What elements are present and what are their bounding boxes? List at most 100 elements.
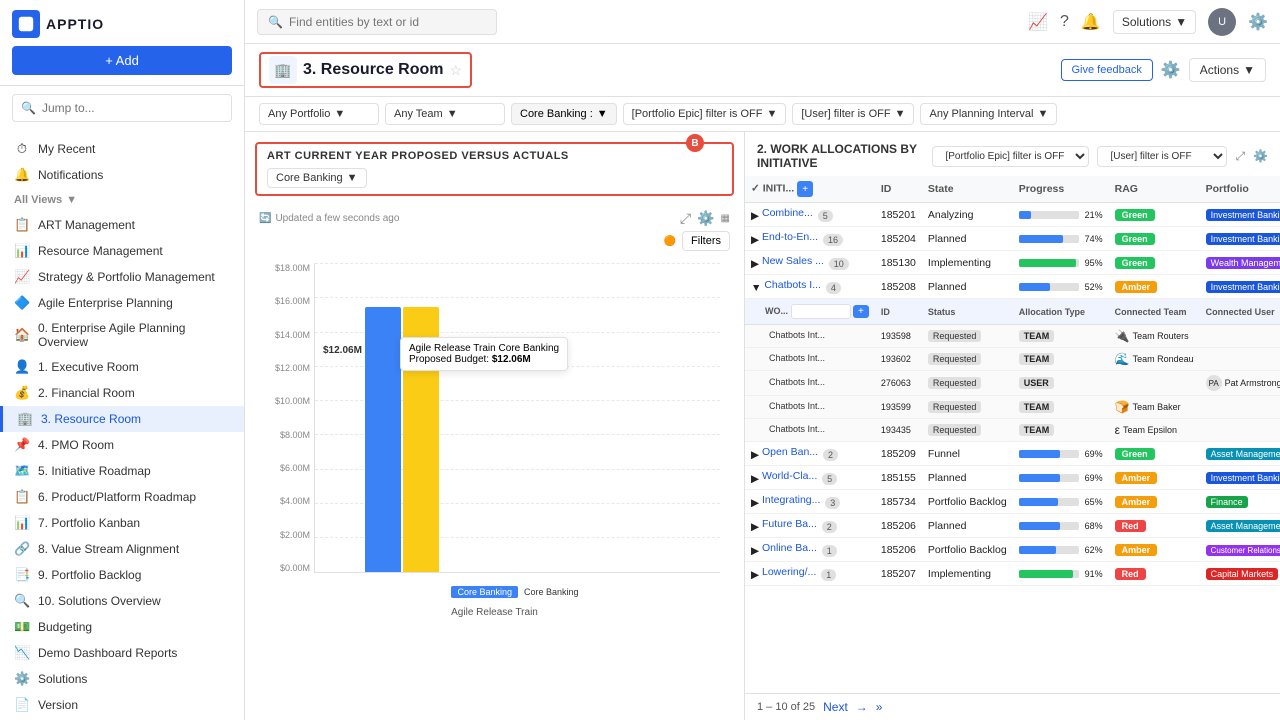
pagination: 1 – 10 of 25 Next → »: [745, 693, 1280, 720]
cell-id-newsales: 185130: [875, 251, 922, 275]
portfolio-epic-work-filter[interactable]: [Portfolio Epic] filter is OFF: [932, 146, 1089, 167]
double-arrow[interactable]: »: [876, 700, 883, 714]
team-filter[interactable]: Any Team ▼: [385, 103, 505, 125]
cell-state-endtoen: Planned: [922, 227, 1013, 251]
cell-progress-newsales: 95%: [1013, 251, 1109, 275]
filter-icon[interactable]: ⚙️: [1161, 60, 1181, 80]
notification-icon[interactable]: 🔔: [1081, 12, 1101, 32]
portfolio-epic-filter[interactable]: [Portfolio Epic] filter is OFF ▼: [623, 103, 787, 125]
settings-icon[interactable]: ⚙️: [1248, 12, 1268, 32]
expand-integrating[interactable]: ▶: [751, 497, 759, 509]
expand-endtoen[interactable]: ▶: [751, 234, 759, 246]
sidebar-item-initiative-roadmap[interactable]: 🗺️ 5. Initiative Roadmap: [0, 458, 244, 484]
recent-icon: ⏱: [14, 141, 30, 157]
sidebar-item-agile[interactable]: 🔷 Agile Enterprise Planning: [0, 290, 244, 316]
sidebar-item-notifications[interactable]: 🔔 Notifications: [0, 162, 244, 188]
count-onlineba: 1: [822, 545, 837, 557]
col-progress: Progress: [1013, 176, 1109, 203]
settings-work-icon[interactable]: ⚙️: [1253, 149, 1268, 163]
add-button[interactable]: + Add: [12, 46, 232, 75]
chart-footer: Agile Release Train: [259, 603, 730, 622]
sidebar-item-executive-room[interactable]: 👤 1. Executive Room: [0, 354, 244, 380]
settings-chart-icon[interactable]: ⚙️: [697, 210, 714, 227]
x-axis: Core Banking Core Banking: [314, 586, 720, 598]
expand-chart-icon[interactable]: ⤢: [680, 210, 691, 227]
feedback-button[interactable]: Give feedback: [1061, 59, 1153, 81]
expand-lowering[interactable]: ▶: [751, 569, 759, 581]
sidebar-item-solutions[interactable]: ⚙️ Solutions: [0, 666, 244, 692]
sidebar-item-my-recent[interactable]: ⏱ My Recent: [0, 136, 244, 162]
chart-art-filter[interactable]: Core Banking ▼: [267, 168, 367, 188]
solutions-button[interactable]: Solutions ▼: [1113, 10, 1196, 34]
magnify-icon: 🔍: [14, 593, 30, 609]
help-icon[interactable]: ?: [1060, 13, 1069, 31]
list-icon: 📑: [14, 567, 30, 583]
core-banking-filter[interactable]: Core Banking : ▼: [511, 103, 617, 125]
activity-icon[interactable]: 📈: [1028, 12, 1048, 32]
expand-onlineba[interactable]: ▶: [751, 545, 759, 557]
sidebar-item-pmo-room[interactable]: 📌 4. PMO Room: [0, 432, 244, 458]
orange-dot: 🟠: [664, 236, 676, 247]
actions-button[interactable]: Actions ▼: [1189, 58, 1266, 82]
sidebar-item-product-platform[interactable]: 📋 6. Product/Platform Roadmap: [0, 484, 244, 510]
sidebar-item-solutions-overview[interactable]: 🔍 10. Solutions Overview: [0, 588, 244, 614]
header-actions: Give feedback ⚙️ Actions ▼: [1061, 58, 1267, 82]
expand-worldcla[interactable]: ▶: [751, 473, 759, 485]
user-avatar[interactable]: U: [1208, 8, 1236, 36]
user-filter[interactable]: [User] filter is OFF ▼: [792, 103, 914, 125]
badge-b: B: [686, 134, 704, 152]
all-views-section[interactable]: All Views ▼: [0, 188, 244, 212]
sidebar-item-demo-dashboard[interactable]: 📉 Demo Dashboard Reports: [0, 640, 244, 666]
star-icon[interactable]: ☆: [449, 62, 462, 79]
sidebar-item-portfolio-backlog[interactable]: 📑 9. Portfolio Backlog: [0, 562, 244, 588]
page-header: 🏢 3. Resource Room ☆ Give feedback ⚙️ Ac…: [245, 44, 1280, 97]
chevron-portfolio-icon: ▼: [334, 108, 345, 120]
chart-controls: 🔄 Updated a few seconds ago ⤢ ⚙️ ▦: [245, 206, 744, 231]
expand-openban[interactable]: ▶: [751, 449, 759, 461]
global-search-input[interactable]: [289, 15, 486, 29]
wo-search[interactable]: [791, 304, 851, 319]
initiatives-table: ✓ INITI... + ID State Progress RAG Portf…: [745, 176, 1280, 586]
table-header-row: ✓ INITI... + ID State Progress RAG Portf…: [745, 176, 1280, 203]
cell-portfolio-chatbots: Investment Banking: [1200, 275, 1280, 299]
art-icon: 📋: [14, 217, 30, 233]
dollar-icon: 💵: [14, 619, 30, 635]
bar-blue: [365, 307, 401, 572]
sidebar-item-art-mgmt[interactable]: 📋 ART Management: [0, 212, 244, 238]
next-arrow[interactable]: →: [856, 700, 868, 714]
expand-newsales[interactable]: ▶: [751, 258, 759, 270]
expand-futureba[interactable]: ▶: [751, 521, 759, 533]
grid-chart-icon[interactable]: ▦: [721, 213, 730, 224]
top-bar: 🔍 📈 ? 🔔 Solutions ▼ U ⚙️: [245, 0, 1280, 44]
add-initiative-btn[interactable]: +: [797, 181, 813, 197]
filters-button[interactable]: Filters: [682, 231, 730, 251]
sidebar-item-resource-mgmt[interactable]: 📊 Resource Management: [0, 238, 244, 264]
expand-work-icon[interactable]: ⤢: [1235, 149, 1245, 164]
chart-header: ART CURRENT YEAR PROPOSED VERSUS ACTUALS…: [255, 142, 734, 196]
sidebar-item-budgeting[interactable]: 💵 Budgeting: [0, 614, 244, 640]
y-label-10: $10.00M: [275, 396, 310, 406]
sidebar-item-strategy[interactable]: 📈 Strategy & Portfolio Management: [0, 264, 244, 290]
sidebar-search-input[interactable]: [42, 101, 223, 115]
next-link[interactable]: Next: [823, 700, 848, 714]
expand-combine[interactable]: ▶: [751, 210, 759, 222]
table-row: ▶ End-to-En... 16 185204 Planned 74%: [745, 227, 1280, 251]
portfolio-filter[interactable]: Any Portfolio ▼: [259, 103, 379, 125]
sidebar-item-portfolio-kanban[interactable]: 📊 7. Portfolio Kanban: [0, 510, 244, 536]
sidebar-item-financial-room[interactable]: 💰 2. Financial Room: [0, 380, 244, 406]
sidebar-item-version[interactable]: 📄 Version: [0, 692, 244, 718]
sidebar-item-value-stream[interactable]: 🔗 8. Value Stream Alignment: [0, 536, 244, 562]
tooltip-line2: Proposed Budget: $12.06M: [409, 354, 559, 365]
planning-interval-filter[interactable]: Any Planning Interval ▼: [920, 103, 1057, 125]
sidebar-search[interactable]: 🔍: [12, 94, 232, 122]
sidebar-item-resource-room[interactable]: 🏢 3. Resource Room: [0, 406, 244, 432]
global-search[interactable]: 🔍: [257, 9, 497, 35]
add-wo-btn[interactable]: +: [853, 305, 869, 318]
expand-chatbots[interactable]: ▼: [751, 282, 761, 294]
sidebar-item-enterprise-overview[interactable]: 🏠 0. Enterprise Agile Planning Overview: [0, 316, 244, 354]
table-row: ▶ Open Ban... 2 185209 Funnel 69%: [745, 442, 1280, 466]
chevron-banking-icon: ▼: [597, 108, 608, 120]
page-icon: 🏢: [269, 56, 297, 84]
user-work-filter[interactable]: [User] filter is OFF: [1097, 146, 1227, 167]
cell-initiative-endtoen: ▶ End-to-En... 16: [745, 227, 875, 251]
